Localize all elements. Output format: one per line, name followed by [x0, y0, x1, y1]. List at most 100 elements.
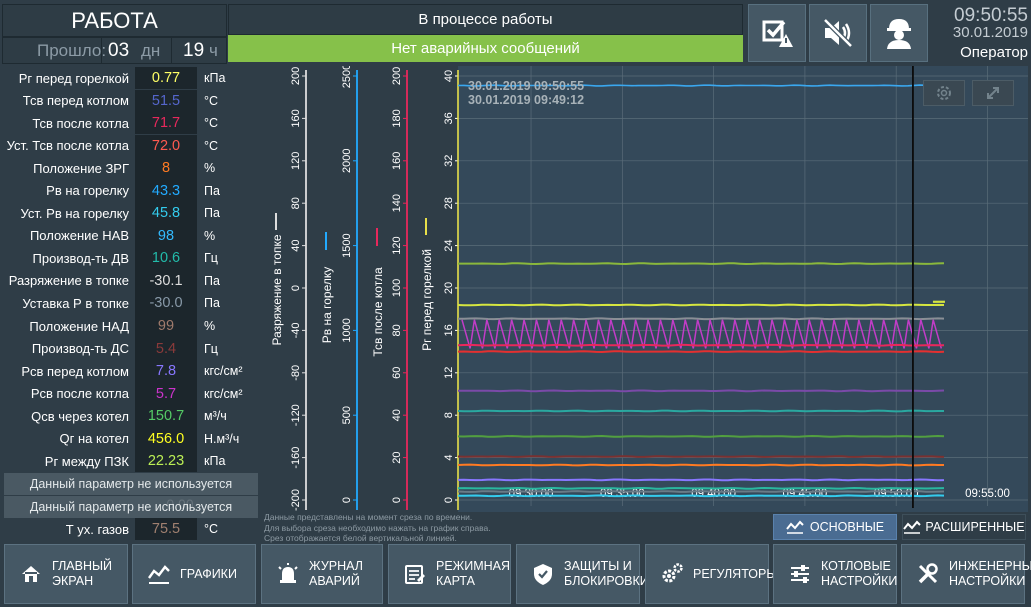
param-unit: Па [204, 296, 220, 311]
nav-label: ЖУРНАЛ АВАРИЙ [309, 559, 363, 589]
param-value: 98 [135, 224, 197, 248]
nav-button-3[interactable]: ЖУРНАЛ АВАРИЙ [261, 544, 383, 604]
chart-settings-button[interactable] [923, 80, 965, 106]
nav-label-line-1: РЕЖИМНАЯ [436, 559, 511, 573]
nav-label: РЕЖИМНАЯ КАРТА [436, 559, 510, 589]
nav-label: ИНЖЕНЕРНЫЕНАСТРОЙКИ [949, 559, 1031, 589]
nav-button-5[interactable]: ЗАЩИТЫ И БЛОКИРОВКИ [516, 544, 649, 604]
acknowledge-button[interactable] [748, 4, 806, 62]
param-value: 7.8 [135, 359, 197, 383]
param-label: Рв на горелку [46, 183, 129, 199]
series-line [457, 303, 945, 307]
secondary-y-tick-label: -120 [290, 404, 302, 426]
hours-unit: ч [209, 41, 218, 60]
param-row[interactable]: Положение НАД 99% [4, 314, 258, 338]
param-row[interactable]: Тсв перед котлом 51.5 °С [4, 89, 258, 112]
param-row[interactable]: Производ-ть ДС 5.4 Гц [4, 337, 258, 360]
series-line [458, 494, 945, 498]
param-unit: °С [204, 116, 219, 131]
param-value: 71.7 [135, 112, 197, 135]
series-line [457, 463, 944, 467]
basic-params-toggle[interactable]: ОСНОВНЫЕ [773, 514, 897, 540]
param-label: Рсв после котла [30, 386, 129, 402]
param-row[interactable]: Рсв перед котлом 7.8 кгс/см² [4, 359, 258, 383]
param-value: 75.5 [135, 518, 197, 541]
param-value: 72.0 [135, 134, 197, 157]
param-row[interactable]: Тсв после котла 71.7 °С [4, 112, 258, 135]
secondary-y-tick-label: 1000 [341, 318, 353, 342]
nav-label: ГЛАВНЫЙ ЭКРАН [52, 559, 112, 589]
chart-note-line-1: Данные представлены на момент среза по в… [264, 512, 473, 522]
extended-params-toggle[interactable]: РАСШИРЕННЫЕ [902, 514, 1026, 540]
main-y-tick-label: 36 [443, 112, 455, 124]
nav-button-4[interactable]: РЕЖИМНАЯ КАРТА [388, 544, 511, 604]
main-y-tick-label: 24 [443, 239, 455, 251]
nav-label: РЕГУЛЯТОРЫ [693, 567, 777, 582]
series-line [457, 409, 944, 413]
param-label: Тсв перед котлом [22, 93, 129, 109]
param-row[interactable]: Рг между ПЗК 22.23 кПа [4, 450, 258, 473]
param-row[interactable]: Qг на котел 456.0 Н.м³/ч [4, 427, 258, 450]
secondary-y-tick-label: -80 [290, 365, 302, 381]
chart-expand-button[interactable] [972, 80, 1014, 106]
nav-button-7[interactable]: КОТЛОВЫЕ НАСТРОЙКИ [773, 544, 897, 604]
nav-label-line-1: ГЛАВНЫЙ [52, 559, 113, 573]
operator-button[interactable] [870, 4, 928, 62]
trend-chart[interactable]: 0 4 8 12 16 20 24 28 32 36 40 -200 -160 -120 -80 -40 0 40… [258, 66, 1028, 512]
param-label: Положение НАВ [29, 228, 129, 244]
param-label: Тсв после котла [32, 115, 129, 131]
nav-button-2[interactable]: ГРАФИКИ [132, 544, 256, 604]
x-tick-label: 09:40:00 [691, 488, 736, 500]
nav-label-line-2: АВАРИЙ [309, 574, 360, 588]
nav-button-8[interactable]: ИНЖЕНЕРНЫЕНАСТРОЙКИ [901, 544, 1031, 604]
secondary-y-tick-label: 500 [341, 406, 353, 424]
param-unit: кПа [204, 71, 226, 86]
param-row[interactable]: Qсв через котел 150.7 м³/ч [4, 404, 258, 428]
param-value: 0.77 [135, 67, 197, 90]
param-label: Рсв перед котлом [21, 363, 129, 379]
nav-label-line-2: НАСТРОЙКИ [821, 574, 898, 588]
param-value: 456.0 [135, 427, 197, 450]
param-label: Qг на котел [59, 431, 129, 447]
secondary-y-tick-label: 180 [391, 109, 403, 127]
status-text: В процессе работы [418, 11, 553, 28]
param-row[interactable]: Уст. Рв на горелку 45.8 Па [4, 202, 258, 225]
trend-icon [786, 520, 804, 534]
secondary-y-tick-label: -200 [290, 489, 302, 511]
param-row[interactable]: Разряжение в топке -30.1 Па [4, 269, 258, 293]
param-unit: Гц [204, 341, 218, 356]
main-y-tick-label: 20 [443, 282, 455, 294]
param-row[interactable]: Положение НАВ 98% [4, 224, 258, 248]
nav-label: ГРАФИКИ [180, 567, 237, 582]
main-y-tick-label: 28 [443, 197, 455, 209]
param-row[interactable]: Рсв после котла 5.7 кгс/см² [4, 382, 258, 405]
param-label: Положение НАД [29, 318, 129, 334]
clock-date: 30.01.2019 [952, 24, 1028, 41]
chart-icon [148, 565, 170, 584]
basic-params-label: ОСНОВНЫЕ [809, 520, 885, 534]
param-row[interactable]: Производ-ть ДВ 10.6 Гц [4, 247, 258, 270]
unused-parameter-1: Данный параметр не используется [4, 473, 258, 495]
nav-label-line-1: РЕГУЛЯТОРЫ [693, 566, 778, 581]
param-unit: м³/ч [204, 409, 227, 424]
mode-label: РАБОТА [71, 7, 158, 33]
x-tick-label: 09:35:00 [600, 488, 645, 500]
tools-icon [918, 563, 938, 584]
secondary-y-tick-label: 120 [391, 236, 403, 254]
param-row[interactable]: Рв на горелку 43.3 Па [4, 179, 258, 203]
mute-sound-button[interactable] [809, 4, 867, 62]
param-unit: Па [204, 183, 220, 198]
param-row-tgas[interactable]: Т ух. газов 75.5 °С [4, 518, 258, 541]
param-row[interactable]: Уставка Р в топке -30.0 Па [4, 292, 258, 315]
param-row[interactable]: Положение ЗРГ 8% [4, 157, 258, 180]
x-tick-label: 09:45:00 [783, 488, 828, 500]
nav-button-6[interactable]: РЕГУЛЯТОРЫ [645, 544, 777, 604]
elapsed-divider-2 [171, 38, 172, 63]
axis-title: Рг перед горелкой [420, 249, 434, 351]
secondary-y-tick-label: 40 [391, 409, 403, 421]
param-label: Уставка Р в топке [22, 295, 129, 311]
secondary-y-tick-label: 200 [290, 67, 302, 85]
param-row[interactable]: Уст. Тсв после котла 72.0 °С [4, 134, 258, 157]
param-row[interactable]: Рг перед горелкой 0.77 кПа [4, 67, 258, 90]
nav-button-1[interactable]: ГЛАВНЫЙ ЭКРАН [4, 544, 128, 604]
